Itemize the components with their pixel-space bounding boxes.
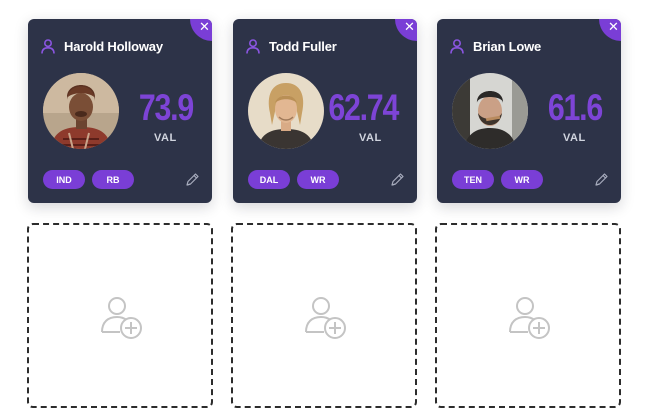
close-icon: ✕ (404, 20, 415, 35)
add-user-icon (509, 297, 550, 339)
position-tag[interactable]: WR (501, 170, 543, 189)
remove-player-button[interactable]: ✕ (190, 19, 212, 41)
player-name: Brian Lowe (473, 38, 542, 54)
player-card-harold-holloway: ✕ Harold Holloway 73.9 VAL IND RB (28, 19, 212, 203)
player-card-brian-lowe: ✕ Brian Lowe 61.6 VAL TEN WR (437, 19, 621, 203)
player-tags: TEN WR (452, 170, 543, 189)
team-tag[interactable]: DAL (248, 170, 290, 189)
team-tag[interactable]: IND (43, 170, 85, 189)
value-label: VAL (563, 132, 586, 144)
team-tag[interactable]: TEN (452, 170, 494, 189)
player-value: 61.6 (547, 87, 603, 128)
player-card-header: Todd Fuller (246, 37, 337, 55)
empty-player-slot[interactable] (27, 223, 213, 408)
empty-player-slot[interactable] (435, 223, 621, 408)
player-card-header: Brian Lowe (450, 37, 541, 55)
player-value: 62.74 (328, 87, 399, 128)
position-tag[interactable]: WR (297, 170, 339, 189)
user-icon (246, 38, 260, 54)
close-icon: ✕ (608, 20, 619, 35)
player-name: Todd Fuller (269, 38, 337, 54)
add-user-icon (101, 297, 142, 339)
value-label: VAL (154, 132, 177, 144)
player-value: 73.9 (138, 87, 194, 128)
pencil-icon[interactable] (594, 172, 609, 187)
player-name: Harold Holloway (64, 38, 163, 54)
player-photo (452, 73, 528, 149)
player-photo (43, 73, 119, 149)
pencil-icon[interactable] (185, 172, 200, 187)
remove-player-button[interactable]: ✕ (395, 19, 417, 41)
close-icon: ✕ (199, 20, 210, 35)
pencil-icon[interactable] (390, 172, 405, 187)
add-user-icon (305, 297, 346, 339)
user-icon (450, 38, 464, 54)
player-photo (248, 73, 324, 149)
player-tags: IND RB (43, 170, 134, 189)
player-card-header: Harold Holloway (41, 37, 163, 55)
player-card-todd-fuller: ✕ Todd Fuller 62.74 VAL DAL WR (233, 19, 417, 203)
remove-player-button[interactable]: ✕ (599, 19, 621, 41)
player-tags: DAL WR (248, 170, 339, 189)
value-label: VAL (359, 132, 382, 144)
empty-player-slot[interactable] (231, 223, 417, 408)
user-icon (41, 38, 55, 54)
position-tag[interactable]: RB (92, 170, 134, 189)
